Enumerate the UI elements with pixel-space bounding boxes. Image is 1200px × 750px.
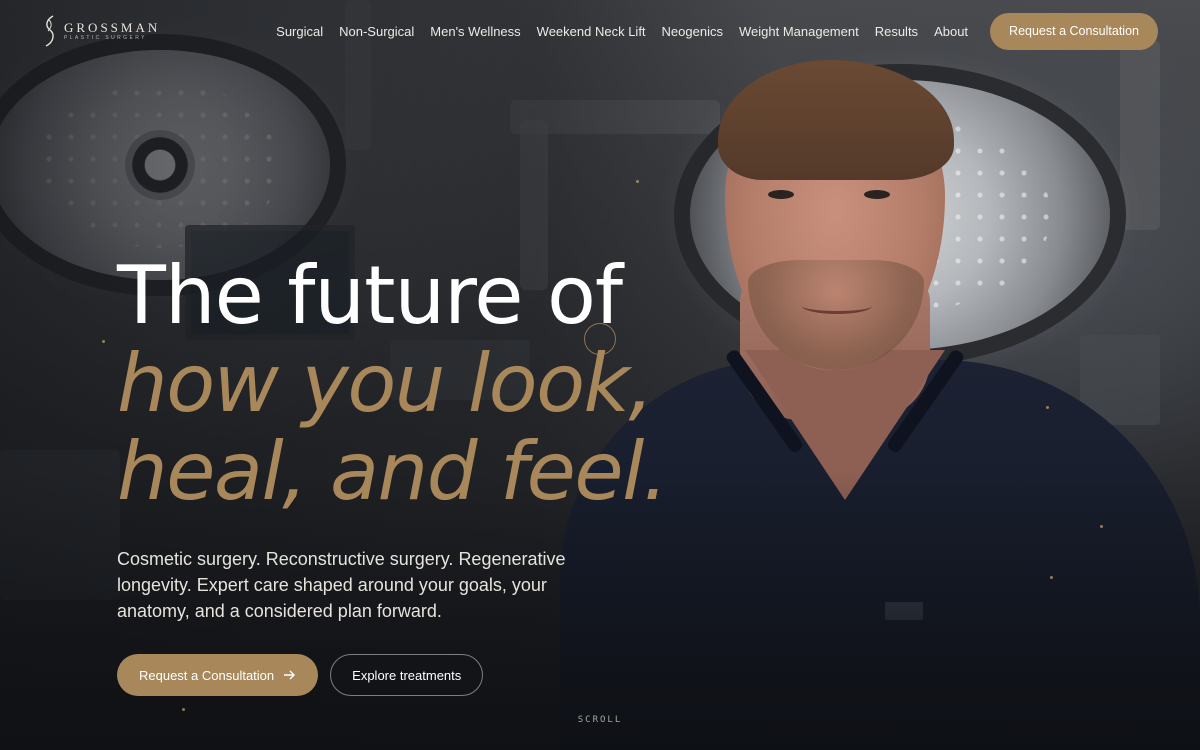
brand-tagline: PLASTIC SURGERY — [64, 35, 147, 41]
site-header: GROSSMAN PLASTIC SURGERY Surgical Non-Su… — [0, 0, 1200, 62]
headline-line-1: The future of — [117, 249, 623, 342]
request-consultation-button[interactable]: Request a Consultation — [117, 654, 319, 696]
brand-name: GROSSMAN — [64, 20, 161, 35]
main-nav: Surgical Non-Surgical Men's Wellness Wee… — [276, 24, 968, 39]
arrow-right-icon — [284, 670, 296, 680]
hero-actions: Request a Consultation Explore treatment… — [117, 654, 667, 696]
cursor-ring-decoration — [584, 323, 616, 355]
explore-treatments-button[interactable]: Explore treatments — [330, 654, 484, 696]
nav-item-mens-wellness[interactable]: Men's Wellness — [430, 24, 520, 39]
nav-item-results[interactable]: Results — [875, 24, 918, 39]
hero-section: The future of how you look, heal, and fe… — [117, 249, 668, 696]
logo-monogram-icon — [45, 15, 54, 47]
scroll-indicator[interactable]: SCROLL — [0, 715, 1200, 725]
nav-item-surgical[interactable]: Surgical — [276, 24, 323, 39]
nav-item-neogenics[interactable]: Neogenics — [662, 24, 723, 39]
hero-headline: The future of how you look, heal, and fe… — [117, 249, 668, 518]
hero-description: Cosmetic surgery. Reconstructive surgery… — [117, 549, 566, 621]
nav-item-weekend-neck-lift[interactable]: Weekend Neck Lift — [537, 24, 646, 39]
nav-item-about[interactable]: About — [934, 24, 968, 39]
headline-line-3: heal, and feel. — [117, 425, 668, 518]
nav-item-non-surgical[interactable]: Non-Surgical — [339, 24, 414, 39]
request-consultation-label: Request a Consultation — [139, 667, 275, 683]
headline-line-2: how you look, — [117, 337, 654, 430]
header-consultation-button[interactable]: Request a Consultation — [990, 12, 1158, 50]
brand-logo[interactable]: GROSSMAN PLASTIC SURGERY — [42, 14, 160, 48]
nav-item-weight-management[interactable]: Weight Management — [739, 24, 859, 39]
